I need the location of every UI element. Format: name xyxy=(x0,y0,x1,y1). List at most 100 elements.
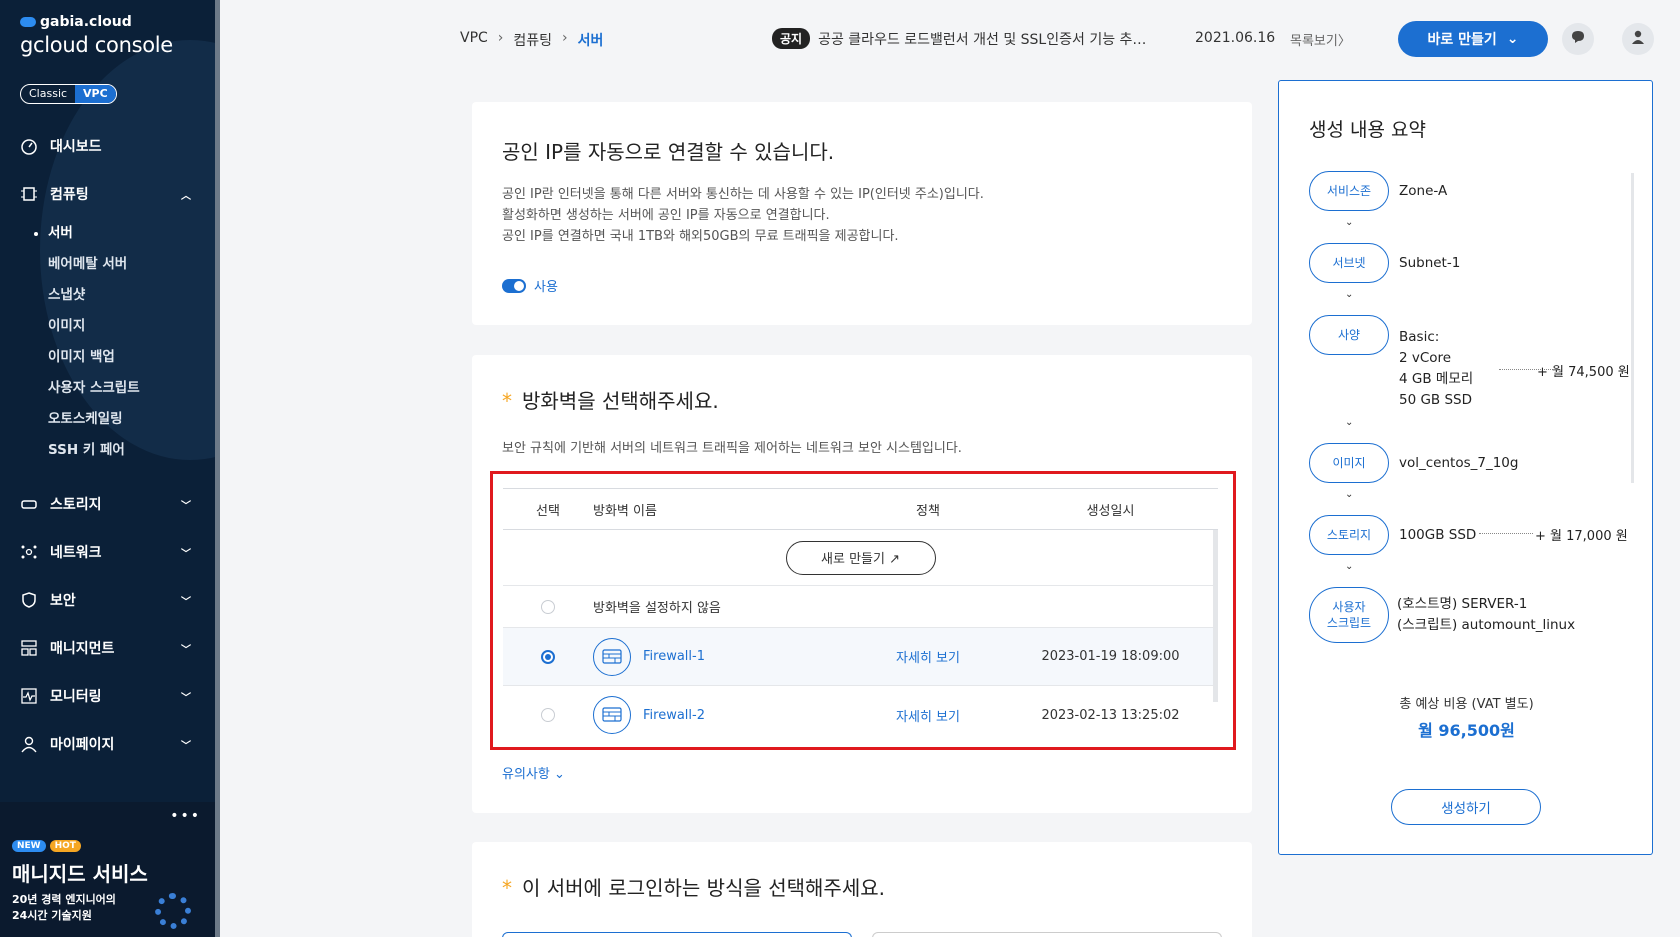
breadcrumb-computing[interactable]: 컴퓨팅 xyxy=(513,30,552,50)
firewall-icon xyxy=(593,637,631,676)
firewall-table-scrollbar[interactable] xyxy=(1213,530,1218,702)
sidebar-subitem-image-backup[interactable]: 이미지 백업 xyxy=(48,342,215,373)
profile-button[interactable] xyxy=(1622,23,1654,55)
managed-service-banner[interactable]: ••• NEW HOT 매니지드 서비스 20년 경력 엔지니어의 24시간 기… xyxy=(0,802,215,937)
user-icon xyxy=(1630,29,1646,49)
firewall-table: 선택 방화벽 이름 정책 생성일시 새로 만들기 ↗ 방화벽을 설정하지 않음 … xyxy=(503,488,1218,744)
firewall-policy-link[interactable]: 자세히 보기 xyxy=(853,647,1003,666)
image-pill[interactable]: 이미지 xyxy=(1309,443,1389,483)
public-ip-toggle-row[interactable]: 사용 xyxy=(502,276,558,295)
sidebar-subitem-snapshot[interactable]: 스냅샷 xyxy=(48,280,215,311)
notice-bar[interactable]: 공지 공공 클라우드 로드밸런서 개선 및 SSL인증서 기능 추가 안내 xyxy=(772,28,1158,49)
spec-line-1: Basic: xyxy=(1399,329,1440,345)
sidebar-nav: 대시보드 컴퓨팅 ︿ 서버 베어메탈 서버 스냅샷 이미지 이미지 백업 사용자… xyxy=(0,122,215,768)
subnet-pill[interactable]: 서브넷 xyxy=(1309,243,1389,283)
top-bar: VPC › 컴퓨팅 › 서버 공지 공공 클라우드 로드밸런서 개선 및 SSL… xyxy=(220,0,1680,78)
shield-icon xyxy=(20,591,38,609)
required-mark: * xyxy=(502,389,512,413)
firewall-name[interactable]: Firewall-2 xyxy=(643,708,705,723)
breadcrumb-server[interactable]: 서버 xyxy=(578,30,604,50)
quick-create-button[interactable]: 바로 만들기 ⌄ xyxy=(1398,21,1548,57)
breadcrumb-vpc[interactable]: VPC xyxy=(460,30,488,50)
sidebar-item-label: 모니터링 xyxy=(50,689,102,705)
script-line-2: (스크립트) automount_linux xyxy=(1397,617,1576,633)
spec-line-3: 4 GB 메모리 xyxy=(1399,371,1474,387)
login-option-2[interactable] xyxy=(872,932,1222,937)
sidebar-subitem-ssh-keypair[interactable]: SSH 키 페어 xyxy=(48,435,215,466)
table-row[interactable]: 방화벽을 설정하지 않음 xyxy=(503,586,1218,628)
firewall-icon xyxy=(593,696,631,734)
sidebar-subitem-server[interactable]: 서버 xyxy=(34,218,215,249)
chat-icon xyxy=(1570,29,1586,49)
script-value: (호스트명) SERVER-1 (스크립트) automount_linux xyxy=(1397,594,1575,636)
subnet-value: Subnet-1 xyxy=(1399,255,1461,271)
zone-pill[interactable]: 서비스존 xyxy=(1309,171,1389,211)
public-ip-card: 공인 IP를 자동으로 연결할 수 있습니다. 공인 IP란 인터넷을 통해 다… xyxy=(472,102,1252,325)
chevron-down-icon: ⌄ xyxy=(1345,489,1354,500)
firewall-created: 2023-01-19 18:09:00 xyxy=(1041,649,1180,664)
chevron-down-icon: ﹀ xyxy=(181,740,191,752)
notice-date: 2021.06.16 xyxy=(1195,30,1276,46)
firewall-name[interactable]: Firewall-1 xyxy=(643,649,705,664)
quick-create-label: 바로 만들기 xyxy=(1427,32,1497,48)
sidebar-item-computing[interactable]: 컴퓨팅 ︿ xyxy=(0,170,215,218)
required-mark: * xyxy=(502,876,512,900)
sidebar-item-mypage[interactable]: 마이페이지 ﹀ xyxy=(0,720,215,768)
zone-value: Zone-A xyxy=(1399,183,1448,199)
public-ip-switch-label: 사용 xyxy=(534,280,558,295)
firewall-2-radio[interactable] xyxy=(541,708,555,722)
firewall-none-radio[interactable] xyxy=(541,599,555,614)
classic-vpc-toggle[interactable]: Classic VPC xyxy=(20,84,117,104)
new-firewall-button[interactable]: 새로 만들기 ↗ xyxy=(785,540,936,575)
notice-tag: 공지 xyxy=(772,28,811,49)
sidebar-item-dashboard[interactable]: 대시보드 xyxy=(0,122,215,170)
sidebar-subitem-autoscaling[interactable]: 오토스케일링 xyxy=(48,404,215,435)
sidebar-item-label: 스토리지 xyxy=(50,497,102,513)
sidebar-item-management[interactable]: 매니지먼트 ﹀ xyxy=(0,624,215,672)
chevron-down-icon: ﹀ xyxy=(181,692,191,704)
notice-text[interactable]: 공공 클라우드 로드밸런서 개선 및 SSL인증서 기능 추가 안내 xyxy=(818,29,1158,49)
classic-option[interactable]: Classic xyxy=(21,85,75,103)
sidebar-scrollbar[interactable] xyxy=(215,0,220,937)
promo-title: 매니지드 서비스 xyxy=(12,862,148,886)
more-dots-icon[interactable]: ••• xyxy=(170,808,201,824)
firewall-title-text: 방화벽을 선택해주세요. xyxy=(522,389,719,413)
sidebar-item-monitoring[interactable]: 모니터링 ﹀ xyxy=(0,672,215,720)
sidebar-subitem-baremetal[interactable]: 베어메탈 서버 xyxy=(48,249,215,280)
storage-pill[interactable]: 스토리지 xyxy=(1309,515,1389,555)
monitoring-icon xyxy=(20,687,38,705)
public-ip-switch[interactable] xyxy=(502,278,526,293)
notice-list-link[interactable]: 목록보기〉 xyxy=(1290,30,1351,49)
notes-toggle[interactable]: 유의사항 ⌄ xyxy=(502,763,565,782)
generate-button[interactable]: 생성하기 xyxy=(1391,789,1541,825)
login-option-1[interactable] xyxy=(502,932,852,937)
firewall-policy-link[interactable]: 자세히 보기 xyxy=(853,706,1003,725)
sidebar-item-label: 마이페이지 xyxy=(50,737,115,753)
header-name: 방화벽 이름 xyxy=(593,503,657,519)
network-icon xyxy=(20,543,38,561)
spec-pill[interactable]: 사양 xyxy=(1309,315,1389,355)
spec-price: + 월 74,500 원 xyxy=(1537,365,1630,380)
script-pill[interactable]: 사용자 스크립트 xyxy=(1309,587,1389,643)
summary-scrollbar[interactable] xyxy=(1631,173,1634,483)
chevron-down-icon: ⌄ xyxy=(1345,417,1354,428)
sidebar-item-security[interactable]: 보안 ﹀ xyxy=(0,576,215,624)
sidebar-item-storage[interactable]: 스토리지 ﹀ xyxy=(0,480,215,528)
breadcrumb-separator: › xyxy=(497,30,504,46)
chat-button[interactable] xyxy=(1562,23,1594,55)
sidebar-subitem-image[interactable]: 이미지 xyxy=(48,311,215,342)
sidebar-subitem-user-script[interactable]: 사용자 스크립트 xyxy=(48,373,215,404)
table-row[interactable]: Firewall-2 자세히 보기 2023-02-13 13:25:02 xyxy=(503,686,1218,744)
firewall-1-radio[interactable] xyxy=(541,649,555,664)
table-row[interactable]: Firewall-1 자세히 보기 2023-01-19 18:09:00 xyxy=(503,628,1218,686)
sidebar-item-network[interactable]: 네트워크 ﹀ xyxy=(0,528,215,576)
firewall-title: * 방화벽을 선택해주세요. xyxy=(502,385,719,414)
public-ip-desc-3: 공인 IP를 연결하면 국내 1TB와 해외50GB의 무료 트래픽을 제공합니… xyxy=(502,229,899,244)
chevron-down-icon: ﹀ xyxy=(181,596,191,608)
login-method-card: * 이 서버에 로그인하는 방식을 선택해주세요. xyxy=(472,842,1252,937)
breadcrumb-separator: › xyxy=(562,30,568,46)
vpc-option[interactable]: VPC xyxy=(75,85,116,103)
header-select: 선택 xyxy=(536,503,560,519)
brand-logo[interactable]: gabia.cloud gcloud console xyxy=(20,14,173,57)
sidebar-item-label: 매니지먼트 xyxy=(50,641,115,657)
